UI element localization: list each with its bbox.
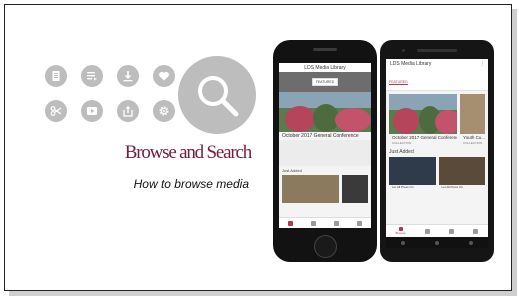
android-item-1-image	[389, 157, 436, 185]
android-tab-search[interactable]	[424, 228, 430, 234]
android-speaker	[417, 49, 457, 52]
iphone-thumb-2[interactable]	[342, 175, 368, 203]
android-camera	[402, 49, 405, 52]
iphone-mockup: LDS Media Library FEATURED October 2017 …	[273, 40, 377, 262]
iphone-tab-library[interactable]	[334, 220, 339, 226]
iphone-tab-search[interactable]	[311, 220, 316, 226]
share-icon	[117, 100, 139, 122]
android-recents-button[interactable]	[469, 240, 473, 245]
android-item-2[interactable]: Let All Press On	[438, 157, 485, 189]
android-mockup: LDS Media Library ⋮ FEATURED October 201…	[380, 40, 494, 262]
android-card-2-label: COLLECTION	[463, 141, 483, 145]
android-tab-row: FEATURED	[386, 68, 488, 91]
iphone-thumb-1[interactable]	[282, 175, 340, 203]
iphone-thumbs	[279, 175, 371, 203]
more-vert-icon[interactable]: ⋮	[480, 61, 485, 67]
iphone-tabbar	[279, 217, 371, 228]
android-tabbar: Browse	[386, 224, 488, 237]
android-featured-tab[interactable]: FEATURED	[389, 80, 408, 85]
scissors-icon	[45, 100, 67, 122]
android-screen: LDS Media Library ⋮ FEATURED October 201…	[386, 59, 488, 237]
iphone-featured-chip[interactable]: FEATURED	[311, 78, 339, 86]
android-tab-browse[interactable]: Browse	[396, 227, 406, 235]
android-item-2-label: Let All Press On	[441, 185, 464, 189]
android-item-2-image	[438, 157, 485, 185]
iphone-tab-browse[interactable]	[288, 220, 293, 226]
android-item-1-label: Let All Press On	[392, 185, 414, 189]
heart-icon	[153, 65, 175, 87]
android-back-button[interactable]	[401, 240, 405, 245]
settings-icon	[153, 100, 175, 122]
android-tab-browse-label: Browse	[395, 231, 406, 235]
iphone-screen: LDS Media Library FEATURED October 2017 …	[279, 63, 371, 228]
android-card-2-title: Youth Cu... Lessons	[463, 135, 485, 140]
iphone-app-title: LDS Media Library	[279, 63, 371, 72]
android-card-1[interactable]: October 2017 General Conference COLLECTI…	[389, 94, 457, 145]
iphone-tab-more[interactable]	[357, 220, 362, 226]
android-app-title: LDS Media Library	[390, 61, 432, 67]
android-cards: October 2017 General Conference COLLECTI…	[386, 91, 488, 145]
android-card-1-label: COLLECTION	[392, 141, 412, 145]
document-icon	[45, 65, 67, 87]
iphone-hero-caption: October 2017 General Conference	[282, 133, 359, 139]
iphone-home-button	[314, 235, 337, 258]
android-section-label: Just Added	[389, 149, 414, 155]
android-just-added: Let All Press On Let All Press On	[386, 157, 488, 189]
slide-title: Browse and Search	[124, 142, 252, 163]
android-home-button[interactable]	[435, 240, 439, 245]
android-tab-more[interactable]	[473, 228, 479, 234]
playlist-icon	[81, 65, 103, 87]
iphone-featured-bar: FEATURED	[279, 72, 371, 92]
android-navbar	[386, 237, 488, 248]
iphone-section-label: Just Added	[282, 168, 302, 173]
search-icon	[178, 56, 256, 134]
video-icon	[81, 100, 103, 122]
android-card-1-title: October 2017 General Conference	[392, 135, 457, 140]
android-card-2-image	[460, 94, 485, 134]
download-icon	[117, 65, 139, 87]
slide: Browse and Search How to browse media LD…	[4, 4, 512, 291]
android-app-bar: LDS Media Library ⋮	[386, 59, 488, 68]
android-card-2[interactable]: Youth Cu... Lessons COLLECTION	[460, 94, 485, 145]
iphone-speaker	[313, 48, 337, 51]
android-tab-library[interactable]	[449, 228, 455, 234]
iphone-hero-image[interactable]	[279, 92, 371, 132]
android-card-1-image	[389, 94, 457, 134]
slide-subtitle: How to browse media	[133, 177, 249, 191]
android-item-1[interactable]: Let All Press On	[389, 157, 436, 189]
